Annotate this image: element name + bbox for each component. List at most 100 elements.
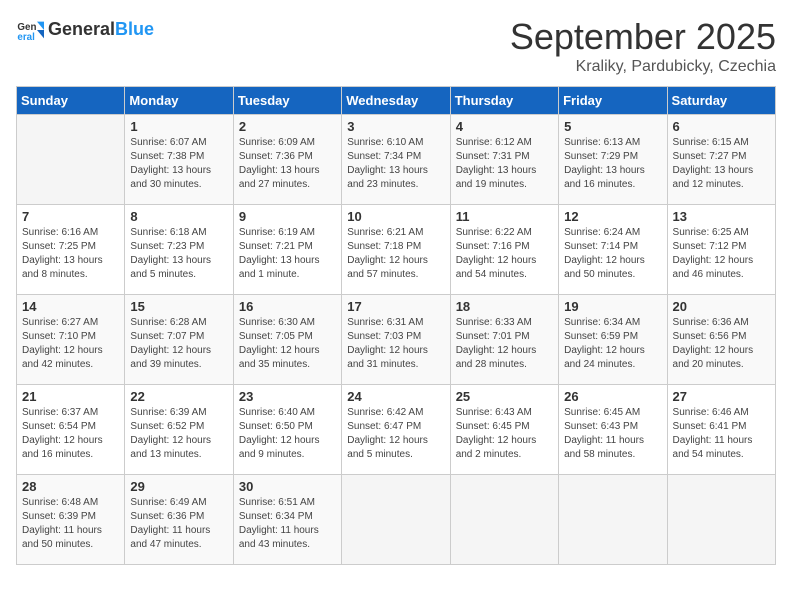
day-of-week-thursday: Thursday	[450, 87, 558, 115]
day-number: 6	[673, 119, 770, 134]
day-number: 11	[456, 209, 553, 224]
day-info: Sunrise: 6:25 AMSunset: 7:12 PMDaylight:…	[673, 226, 770, 282]
calendar-cell: 11Sunrise: 6:22 AMSunset: 7:16 PMDayligh…	[450, 205, 558, 295]
day-of-week-friday: Friday	[559, 87, 667, 115]
day-number: 9	[239, 209, 336, 224]
day-info: Sunrise: 6:19 AMSunset: 7:21 PMDaylight:…	[239, 226, 336, 282]
calendar-cell: 7 Sunrise: 6:16 AMSunset: 7:25 PMDaylight…	[17, 205, 125, 295]
day-info: Sunrise: 6:51 AMSunset: 6:34 PMDaylight:…	[239, 496, 336, 552]
day-number: 14	[22, 299, 119, 314]
day-info: Sunrise: 6:24 AMSunset: 7:14 PMDaylight:…	[564, 226, 661, 282]
calendar-cell: 26 Sunrise: 6:45 AMSunset: 6:43 PMDayligh…	[559, 385, 667, 475]
calendar-week-5: 28 Sunrise: 6:48 AMSunset: 6:39 PMDayligh…	[17, 475, 776, 565]
calendar-cell: 12 Sunrise: 6:24 AMSunset: 7:14 PMDayligh…	[559, 205, 667, 295]
calendar-week-3: 14Sunrise: 6:27 AMSunset: 7:10 PMDayligh…	[17, 295, 776, 385]
day-number: 8	[130, 209, 227, 224]
calendar-cell: 17 Sunrise: 6:31 AMSunset: 7:03 PMDayligh…	[342, 295, 450, 385]
day-info: Sunrise: 6:07 AMSunset: 7:38 PMDaylight:…	[130, 136, 227, 192]
calendar-cell	[450, 475, 558, 565]
calendar-cell: 24 Sunrise: 6:42 AMSunset: 6:47 PMDayligh…	[342, 385, 450, 475]
day-number: 21	[22, 389, 119, 404]
day-number: 20	[673, 299, 770, 314]
title-block: September 2025 Kraliky, Pardubicky, Czec…	[510, 16, 776, 76]
day-info: Sunrise: 6:09 AMSunset: 7:36 PMDaylight:…	[239, 136, 336, 192]
day-info: Sunrise: 6:10 AMSunset: 7:34 PMDaylight:…	[347, 136, 444, 192]
day-of-week-tuesday: Tuesday	[233, 87, 341, 115]
day-info: Sunrise: 6:31 AMSunset: 7:03 PMDaylight:…	[347, 316, 444, 372]
day-info: Sunrise: 6:37 AMSunset: 6:54 PMDaylight:…	[22, 406, 119, 462]
logo-wordmark: GeneralBlue	[48, 20, 154, 40]
logo-icon: Gen eral	[16, 16, 44, 44]
day-number: 27	[673, 389, 770, 404]
day-number: 5	[564, 119, 661, 134]
day-number: 22	[130, 389, 227, 404]
logo-blue-text: Blue	[115, 19, 154, 39]
calendar-cell	[559, 475, 667, 565]
days-of-week-row: SundayMondayTuesdayWednesdayThursdayFrid…	[17, 87, 776, 115]
day-info: Sunrise: 6:16 AMSunset: 7:25 PMDaylight:…	[22, 226, 119, 282]
day-info: Sunrise: 6:49 AMSunset: 6:36 PMDaylight:…	[130, 496, 227, 552]
calendar-cell: 20 Sunrise: 6:36 AMSunset: 6:56 PMDayligh…	[667, 295, 775, 385]
calendar-cell: 1 Sunrise: 6:07 AMSunset: 7:38 PMDaylight…	[125, 115, 233, 205]
day-number: 23	[239, 389, 336, 404]
day-info: Sunrise: 6:46 AMSunset: 6:41 PMDaylight:…	[673, 406, 770, 462]
day-number: 1	[130, 119, 227, 134]
calendar-cell: 3 Sunrise: 6:10 AMSunset: 7:34 PMDaylight…	[342, 115, 450, 205]
calendar-week-2: 7 Sunrise: 6:16 AMSunset: 7:25 PMDaylight…	[17, 205, 776, 295]
day-info: Sunrise: 6:40 AMSunset: 6:50 PMDaylight:…	[239, 406, 336, 462]
day-number: 3	[347, 119, 444, 134]
day-info: Sunrise: 6:30 AMSunset: 7:05 PMDaylight:…	[239, 316, 336, 372]
day-number: 24	[347, 389, 444, 404]
calendar-cell: 5 Sunrise: 6:13 AMSunset: 7:29 PMDaylight…	[559, 115, 667, 205]
logo-general-text: General	[48, 19, 115, 39]
day-info: Sunrise: 6:33 AMSunset: 7:01 PMDaylight:…	[456, 316, 553, 372]
day-info: Sunrise: 6:12 AMSunset: 7:31 PMDaylight:…	[456, 136, 553, 192]
day-info: Sunrise: 6:15 AMSunset: 7:27 PMDaylight:…	[673, 136, 770, 192]
calendar-cell: 25Sunrise: 6:43 AMSunset: 6:45 PMDayligh…	[450, 385, 558, 475]
day-of-week-sunday: Sunday	[17, 87, 125, 115]
calendar-cell: 15 Sunrise: 6:28 AMSunset: 7:07 PMDayligh…	[125, 295, 233, 385]
calendar-cell: 23 Sunrise: 6:40 AMSunset: 6:50 PMDayligh…	[233, 385, 341, 475]
day-number: 7	[22, 209, 119, 224]
calendar-cell: 28 Sunrise: 6:48 AMSunset: 6:39 PMDayligh…	[17, 475, 125, 565]
day-info: Sunrise: 6:21 AMSunset: 7:18 PMDaylight:…	[347, 226, 444, 282]
calendar-cell	[667, 475, 775, 565]
day-number: 28	[22, 479, 119, 494]
month-title: September 2025	[510, 16, 776, 58]
day-info: Sunrise: 6:42 AMSunset: 6:47 PMDaylight:…	[347, 406, 444, 462]
calendar-cell: 30 Sunrise: 6:51 AMSunset: 6:34 PMDayligh…	[233, 475, 341, 565]
calendar-cell: 13 Sunrise: 6:25 AMSunset: 7:12 PMDayligh…	[667, 205, 775, 295]
day-number: 16	[239, 299, 336, 314]
day-number: 17	[347, 299, 444, 314]
calendar-cell: 21 Sunrise: 6:37 AMSunset: 6:54 PMDayligh…	[17, 385, 125, 475]
calendar-header: SundayMondayTuesdayWednesdayThursdayFrid…	[17, 87, 776, 115]
calendar-cell: 16 Sunrise: 6:30 AMSunset: 7:05 PMDayligh…	[233, 295, 341, 385]
day-number: 12	[564, 209, 661, 224]
calendar-cell: 6 Sunrise: 6:15 AMSunset: 7:27 PMDaylight…	[667, 115, 775, 205]
day-number: 13	[673, 209, 770, 224]
day-info: Sunrise: 6:18 AMSunset: 7:23 PMDaylight:…	[130, 226, 227, 282]
day-info: Sunrise: 6:36 AMSunset: 6:56 PMDaylight:…	[673, 316, 770, 372]
day-info: Sunrise: 6:34 AMSunset: 6:59 PMDaylight:…	[564, 316, 661, 372]
day-number: 26	[564, 389, 661, 404]
day-of-week-wednesday: Wednesday	[342, 87, 450, 115]
day-info: Sunrise: 6:48 AMSunset: 6:39 PMDaylight:…	[22, 496, 119, 552]
calendar-body: 1 Sunrise: 6:07 AMSunset: 7:38 PMDaylight…	[17, 115, 776, 565]
day-info: Sunrise: 6:13 AMSunset: 7:29 PMDaylight:…	[564, 136, 661, 192]
calendar-week-4: 21 Sunrise: 6:37 AMSunset: 6:54 PMDayligh…	[17, 385, 776, 475]
day-of-week-saturday: Saturday	[667, 87, 775, 115]
day-info: Sunrise: 6:28 AMSunset: 7:07 PMDaylight:…	[130, 316, 227, 372]
logo: Gen eral GeneralBlue	[16, 16, 154, 44]
day-number: 30	[239, 479, 336, 494]
day-number: 15	[130, 299, 227, 314]
calendar-cell	[17, 115, 125, 205]
day-number: 10	[347, 209, 444, 224]
calendar-cell: 22Sunrise: 6:39 AMSunset: 6:52 PMDayligh…	[125, 385, 233, 475]
calendar-cell: 10 Sunrise: 6:21 AMSunset: 7:18 PMDayligh…	[342, 205, 450, 295]
day-of-week-monday: Monday	[125, 87, 233, 115]
day-number: 2	[239, 119, 336, 134]
calendar-cell: 14Sunrise: 6:27 AMSunset: 7:10 PMDayligh…	[17, 295, 125, 385]
day-number: 29	[130, 479, 227, 494]
location-subtitle: Kraliky, Pardubicky, Czechia	[510, 58, 776, 76]
day-info: Sunrise: 6:45 AMSunset: 6:43 PMDaylight:…	[564, 406, 661, 462]
